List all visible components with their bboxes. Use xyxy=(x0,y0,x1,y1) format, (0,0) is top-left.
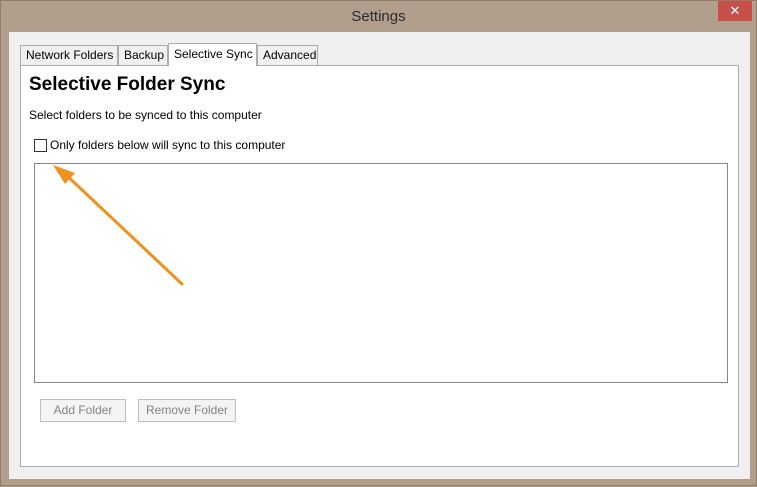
folder-list[interactable] xyxy=(34,163,728,383)
panel-description: Select folders to be synced to this comp… xyxy=(29,108,262,122)
tab-advanced[interactable]: Advanced xyxy=(257,45,318,65)
add-folder-button[interactable]: Add Folder xyxy=(40,399,126,422)
tab-network-folders[interactable]: Network Folders xyxy=(20,45,118,65)
page-title: Selective Folder Sync xyxy=(29,74,226,95)
close-button[interactable]: ✕ xyxy=(718,1,752,21)
only-folders-below-label[interactable]: Only folders below will sync to this com… xyxy=(50,138,285,152)
tab-backup[interactable]: Backup xyxy=(118,45,168,65)
window-title: Settings xyxy=(351,8,406,25)
remove-folder-button[interactable]: Remove Folder xyxy=(138,399,236,422)
window-client: Network Folders Backup Selective Sync Ad… xyxy=(9,32,750,479)
only-folders-below-checkbox[interactable] xyxy=(34,139,47,152)
tab-selective-sync[interactable]: Selective Sync xyxy=(168,43,257,66)
selective-sync-panel: Selective Folder Sync Select folders to … xyxy=(20,65,739,467)
title-bar: Settings ✕ xyxy=(1,1,756,32)
settings-window: Settings ✕ Network Folders Backup Select… xyxy=(0,0,757,486)
close-icon: ✕ xyxy=(729,3,741,18)
